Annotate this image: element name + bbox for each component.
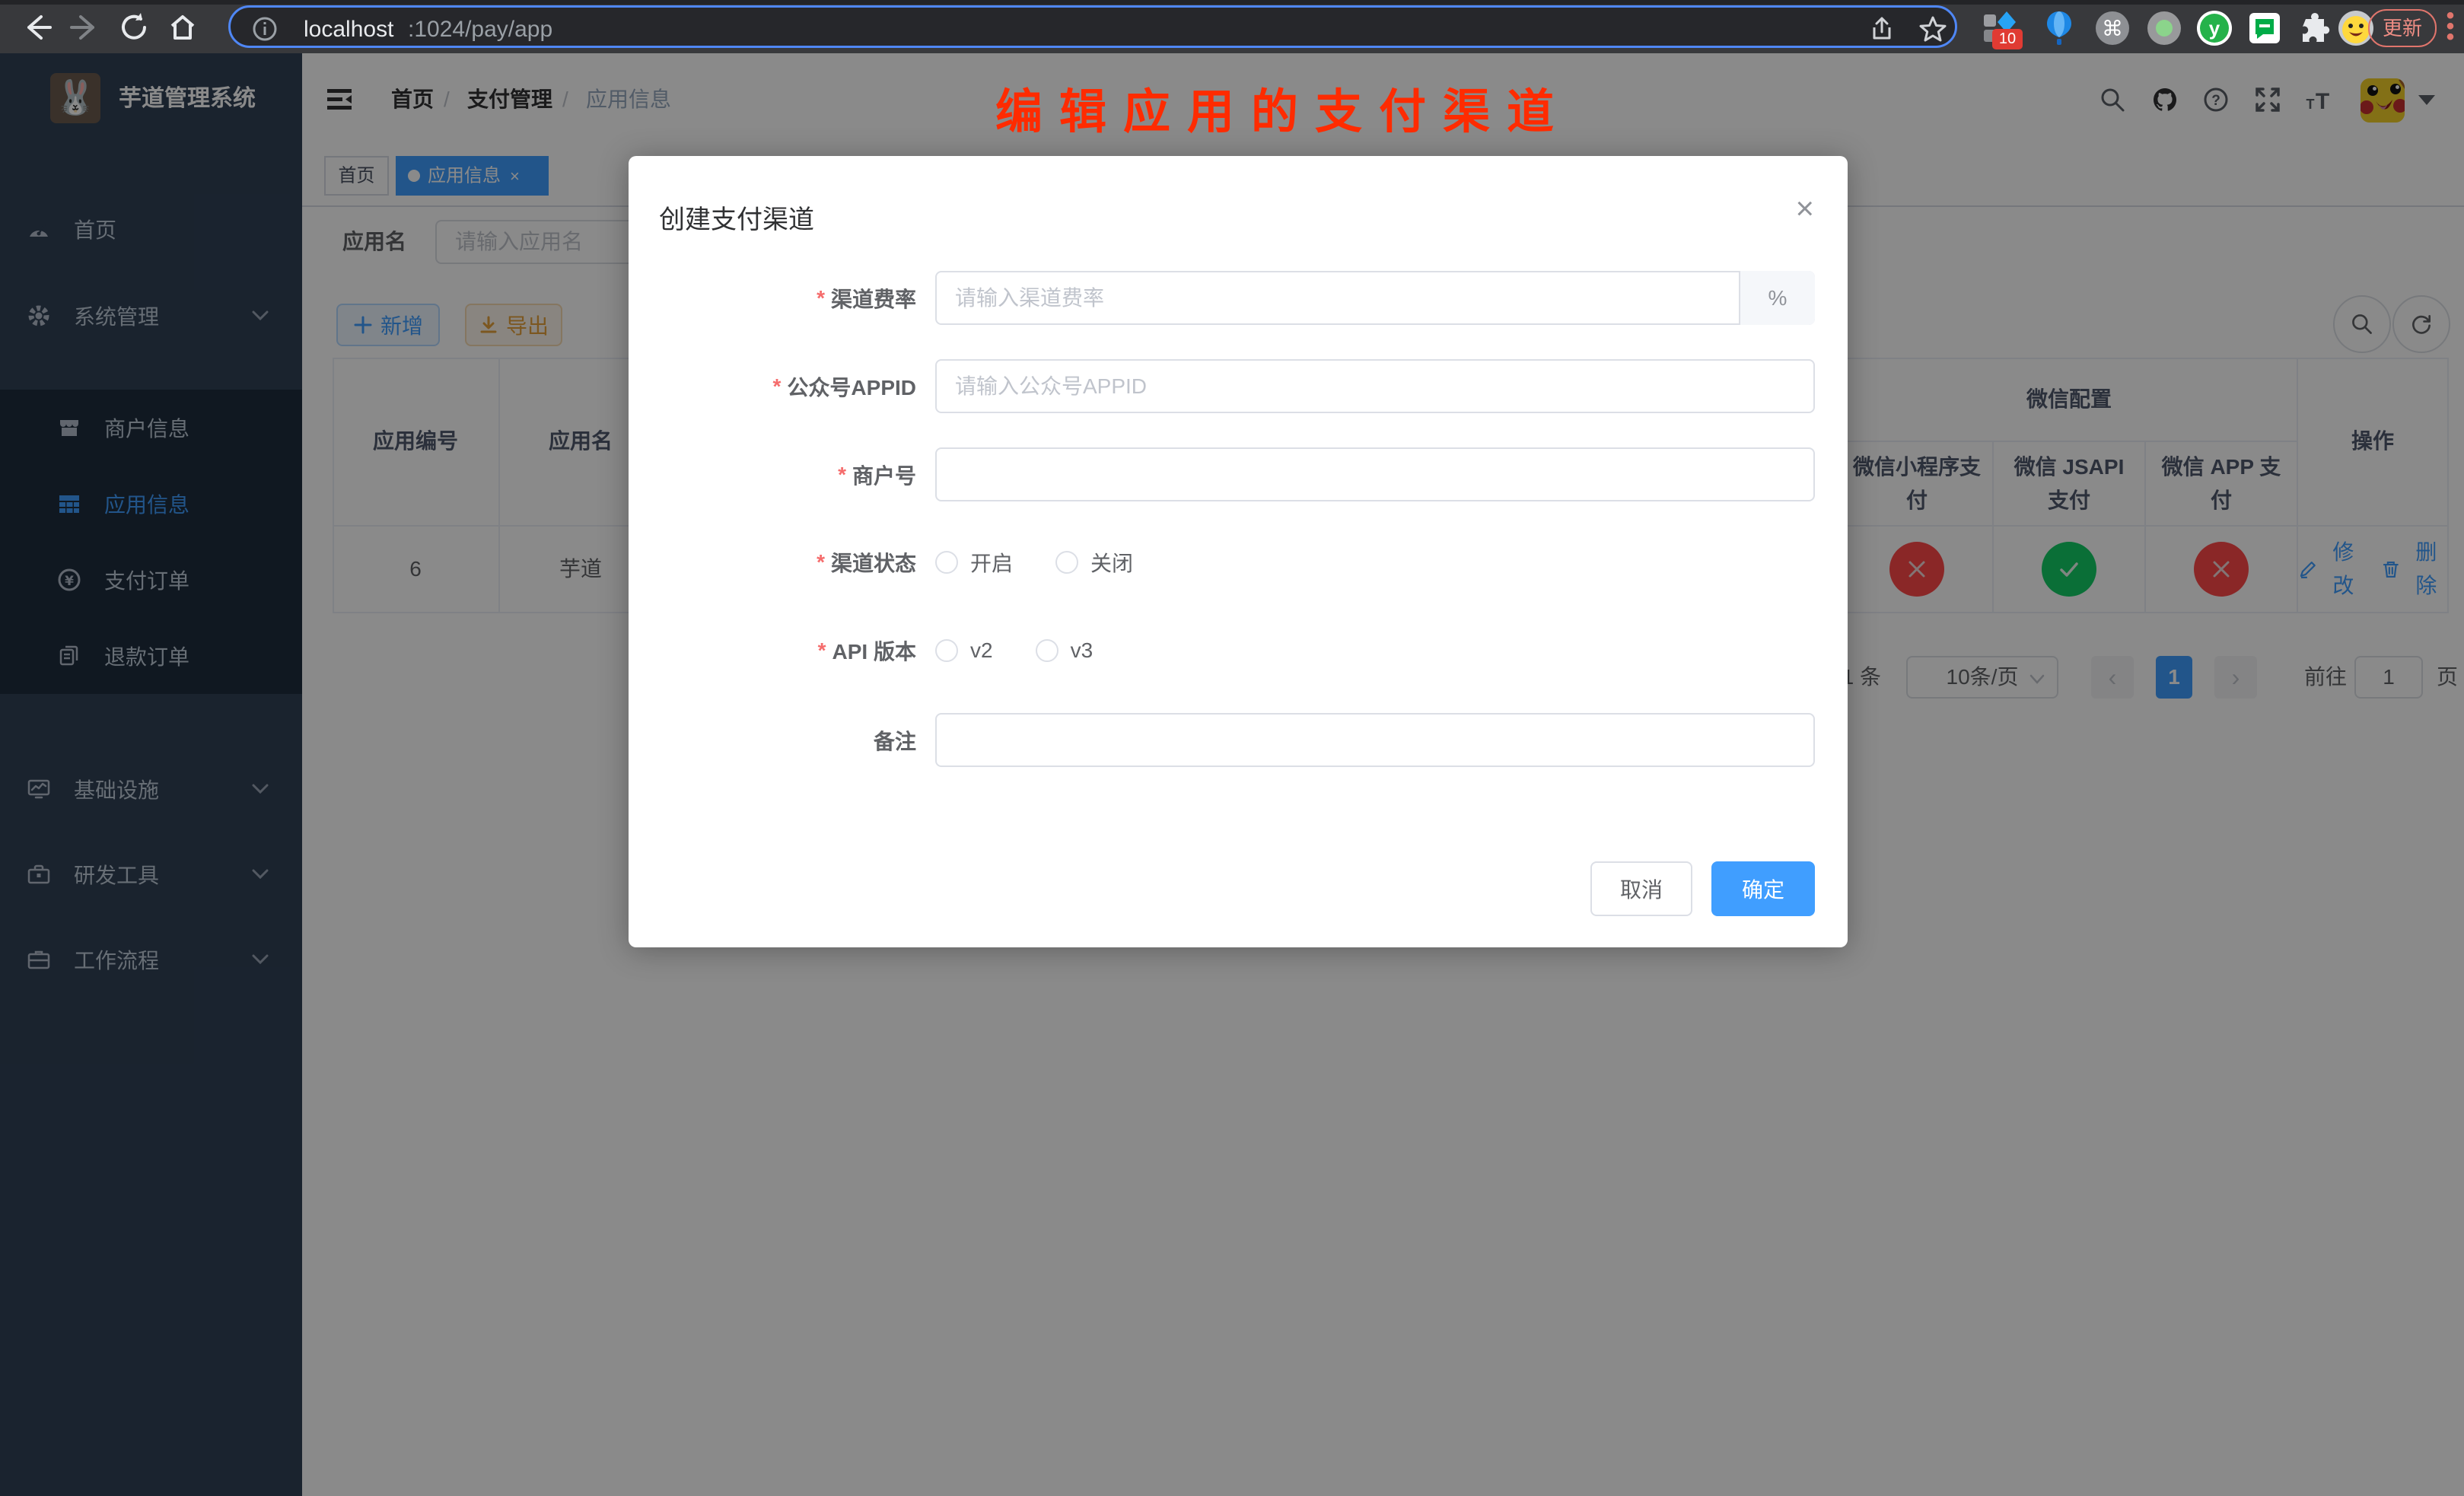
required-asterisk: * bbox=[818, 638, 826, 663]
extension-puzzle-icon[interactable] bbox=[2295, 10, 2332, 46]
required-asterisk: * bbox=[817, 286, 825, 310]
confirm-button[interactable]: 确定 bbox=[1711, 861, 1815, 916]
url-bar[interactable]: localhost :1024/pay/app bbox=[228, 5, 1957, 48]
url-path: :1024/pay/app bbox=[408, 17, 552, 43]
field-label: *渠道状态 bbox=[629, 543, 916, 581]
dialog-close-icon[interactable]: × bbox=[1795, 193, 1814, 224]
share-icon[interactable] bbox=[1868, 15, 1896, 43]
browser-menu-icon[interactable]: ••• bbox=[2444, 11, 2456, 43]
form-row-remark: 备注 bbox=[629, 713, 1848, 767]
appid-label: 公众号APPID bbox=[787, 371, 916, 402]
field-label: *渠道费率 bbox=[629, 271, 916, 325]
back-icon[interactable] bbox=[20, 11, 53, 44]
extension-command-icon[interactable]: ⌘ bbox=[2094, 10, 2131, 46]
extension-badge: 10 bbox=[1992, 29, 2023, 49]
mch-label: 商户号 bbox=[852, 460, 916, 490]
remark-input[interactable] bbox=[935, 713, 1815, 767]
status-label: 渠道状态 bbox=[831, 547, 916, 578]
form-row-api: *API 版本 v2 v3 bbox=[629, 632, 1848, 670]
required-asterisk: * bbox=[838, 463, 846, 487]
status-radio-group: 开启 关闭 bbox=[935, 543, 1133, 581]
home-icon[interactable] bbox=[166, 11, 199, 44]
extension-balloon-icon[interactable] bbox=[2041, 10, 2077, 46]
svg-text:⌘: ⌘ bbox=[2102, 16, 2123, 41]
extension-y-icon[interactable]: y bbox=[2196, 10, 2233, 46]
create-channel-dialog: 创建支付渠道 × *渠道费率 % *公众号APPID *商户号 *渠道状态 开启… bbox=[629, 156, 1848, 947]
dialog-title: 创建支付渠道 bbox=[659, 199, 814, 236]
browser-update-button[interactable]: 更新 bbox=[2368, 9, 2437, 47]
appid-input[interactable] bbox=[935, 359, 1815, 413]
rate-input[interactable] bbox=[935, 271, 1815, 325]
window-top-edge bbox=[0, 0, 2464, 5]
bookmark-star-icon[interactable] bbox=[1918, 14, 1947, 43]
api-label: API 版本 bbox=[832, 635, 916, 666]
radio-status-closed[interactable]: 关闭 bbox=[1055, 547, 1133, 578]
radio-api-v2[interactable]: v2 bbox=[935, 638, 993, 663]
radio-label: v3 bbox=[1071, 638, 1094, 663]
browser-toolbar: localhost :1024/pay/app 10 bbox=[0, 0, 2464, 53]
form-row-status: *渠道状态 开启 关闭 bbox=[629, 543, 1848, 581]
form-row-rate: *渠道费率 % bbox=[629, 271, 1848, 325]
radio-status-open[interactable]: 开启 bbox=[935, 547, 1013, 578]
required-asterisk: * bbox=[773, 374, 782, 399]
required-asterisk: * bbox=[817, 550, 825, 575]
forward-icon[interactable] bbox=[68, 11, 102, 44]
radio-circle-icon bbox=[1055, 551, 1078, 574]
radio-label: v2 bbox=[970, 638, 993, 663]
field-label: 备注 bbox=[629, 713, 916, 767]
extension-chat-icon[interactable] bbox=[2246, 10, 2283, 46]
site-info-icon[interactable] bbox=[252, 16, 278, 42]
radio-circle-icon bbox=[935, 551, 958, 574]
field-label: *公众号APPID bbox=[629, 359, 916, 413]
extension-dot-icon[interactable] bbox=[2146, 10, 2182, 46]
screen: localhost :1024/pay/app 10 bbox=[0, 0, 2464, 1496]
svg-text:y: y bbox=[2209, 17, 2220, 40]
radio-circle-icon bbox=[935, 639, 958, 662]
field-label: *商户号 bbox=[629, 447, 916, 501]
radio-api-v3[interactable]: v3 bbox=[1036, 638, 1094, 663]
radio-label: 开启 bbox=[970, 547, 1013, 578]
reload-icon[interactable] bbox=[117, 11, 151, 44]
rate-append-unit: % bbox=[1739, 271, 1815, 325]
remark-label: 备注 bbox=[874, 725, 916, 756]
merchant-input[interactable] bbox=[935, 447, 1815, 501]
form-row-appid: *公众号APPID bbox=[629, 359, 1848, 413]
radio-circle-icon bbox=[1036, 639, 1059, 662]
annotation-title: 编辑应用的支付渠道 bbox=[995, 73, 1571, 142]
rate-label: 渠道费率 bbox=[831, 283, 916, 314]
url-host: localhost bbox=[304, 17, 393, 43]
radio-label: 关闭 bbox=[1090, 547, 1133, 578]
form-row-mch: *商户号 bbox=[629, 447, 1848, 501]
cancel-button[interactable]: 取消 bbox=[1590, 861, 1692, 916]
api-radio-group: v2 v3 bbox=[935, 632, 1093, 670]
field-label: *API 版本 bbox=[629, 632, 916, 670]
